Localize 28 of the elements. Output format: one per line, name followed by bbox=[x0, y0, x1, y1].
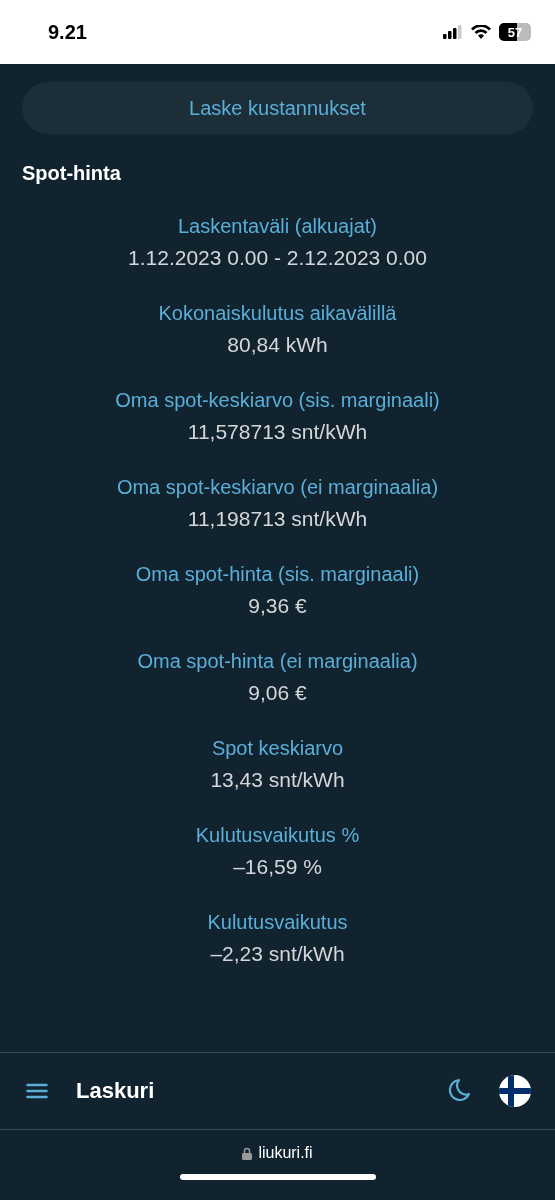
stat-value: 9,36 € bbox=[248, 594, 307, 618]
menu-icon[interactable] bbox=[26, 1083, 48, 1099]
signal-icon bbox=[443, 25, 463, 39]
section-title: Spot-hinta bbox=[22, 162, 122, 185]
stat-label: Kulutusvaikutus % bbox=[195, 824, 360, 847]
stat-label: Oma spot-hinta (ei marginaalia) bbox=[137, 650, 418, 673]
stat-label: Oma spot-keskiarvo (sis. marginaali) bbox=[115, 389, 440, 412]
stat-label: Oma spot-hinta (sis. marginaali) bbox=[135, 563, 420, 586]
stat-value: 1.12.2023 0.00 - 2.12.2023 0.00 bbox=[128, 246, 427, 270]
stat-label: Kulutusvaikutus bbox=[207, 911, 348, 934]
stat-label: Kokonaiskulutus aikavälillä bbox=[158, 302, 397, 325]
status-time: 9.21 bbox=[48, 20, 87, 44]
stat-value: 11,578713 snt/kWh bbox=[187, 420, 368, 444]
stat-label: Oma spot-keskiarvo (ei marginaalia) bbox=[116, 476, 439, 499]
stat-value: –16,59 % bbox=[233, 855, 322, 879]
stat-value: 80,84 kWh bbox=[227, 333, 328, 357]
calculate-button[interactable]: Laske kustannukset bbox=[22, 82, 533, 134]
stat-value: 11,198713 snt/kWh bbox=[187, 507, 368, 531]
stat-label: Spot keskiarvo bbox=[211, 737, 344, 760]
stat-value: 9,06 € bbox=[248, 681, 307, 705]
stat-value: –2,23 snt/kWh bbox=[210, 942, 345, 966]
lock-icon bbox=[242, 1146, 253, 1160]
app-title: Laskuri bbox=[76, 1078, 156, 1104]
wifi-icon bbox=[471, 25, 491, 39]
url-text[interactable]: liukuri.fi bbox=[258, 1144, 313, 1162]
stat-label: Laskentaväli (alkuajat) bbox=[178, 215, 377, 238]
flag-icon[interactable] bbox=[499, 1075, 531, 1107]
stat-value: 13,43 snt/kWh bbox=[210, 768, 345, 792]
